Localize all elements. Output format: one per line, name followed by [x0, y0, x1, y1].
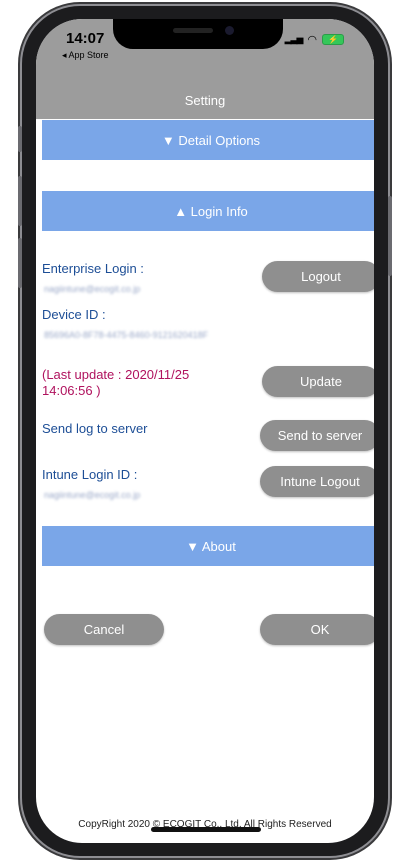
ok-button[interactable]: OK: [260, 614, 374, 645]
speaker-grille: [173, 28, 213, 33]
update-button[interactable]: Update: [262, 366, 374, 397]
enterprise-login-value: nagiintune@ecogit.co.jp: [44, 284, 141, 294]
logout-button[interactable]: Logout: [262, 261, 374, 292]
send-log-label: Send log to server: [42, 421, 148, 436]
notch: [113, 19, 283, 49]
power-button: [388, 196, 392, 276]
status-icons: ▂▃▅ ◠ ⚡: [285, 33, 344, 46]
section-detail-options[interactable]: ▼ Detail Options: [42, 120, 374, 160]
device-id-label: Device ID :: [42, 307, 106, 322]
send-to-server-button[interactable]: Send to server: [260, 420, 374, 451]
intune-login-value: nagiintune@ecogit.co.jp: [44, 490, 141, 500]
page-title: Setting: [184, 93, 226, 108]
volume-down-button: [18, 238, 22, 288]
front-camera: [225, 26, 234, 35]
section-about[interactable]: ▼ About: [42, 526, 374, 566]
volume-up-button: [18, 176, 22, 226]
battery-icon: ⚡: [322, 34, 344, 45]
home-indicator[interactable]: [151, 827, 261, 832]
intune-logout-button[interactable]: Intune Logout: [260, 466, 374, 497]
phone-frame: 14:07 ◂ App Store ▂▃▅ ◠ ⚡ Setting ▼ Deta…: [18, 6, 392, 856]
mute-switch: [18, 126, 22, 152]
screen: 14:07 ◂ App Store ▂▃▅ ◠ ⚡ Setting ▼ Deta…: [36, 19, 374, 843]
status-time: 14:07: [66, 30, 105, 47]
enterprise-login-label: Enterprise Login :: [42, 261, 144, 276]
back-to-app-store-link[interactable]: ◂ App Store: [62, 50, 109, 61]
last-update-line-2: 14:06:56 ): [42, 383, 101, 398]
last-update-line-1: (Last update : 2020/11/25: [42, 367, 190, 382]
last-update-text: (Last update : 2020/11/25 14:06:56 ): [42, 367, 189, 399]
section-login-info[interactable]: ▲ Login Info: [42, 191, 374, 231]
signal-icon: ▂▃▅: [284, 34, 304, 44]
cancel-button[interactable]: Cancel: [44, 614, 164, 645]
device-id-value: 85696A0-8F78-4475-8460-9121620418F: [44, 330, 209, 340]
wifi-icon: ◠: [307, 34, 317, 46]
intune-login-label: Intune Login ID :: [42, 467, 138, 482]
